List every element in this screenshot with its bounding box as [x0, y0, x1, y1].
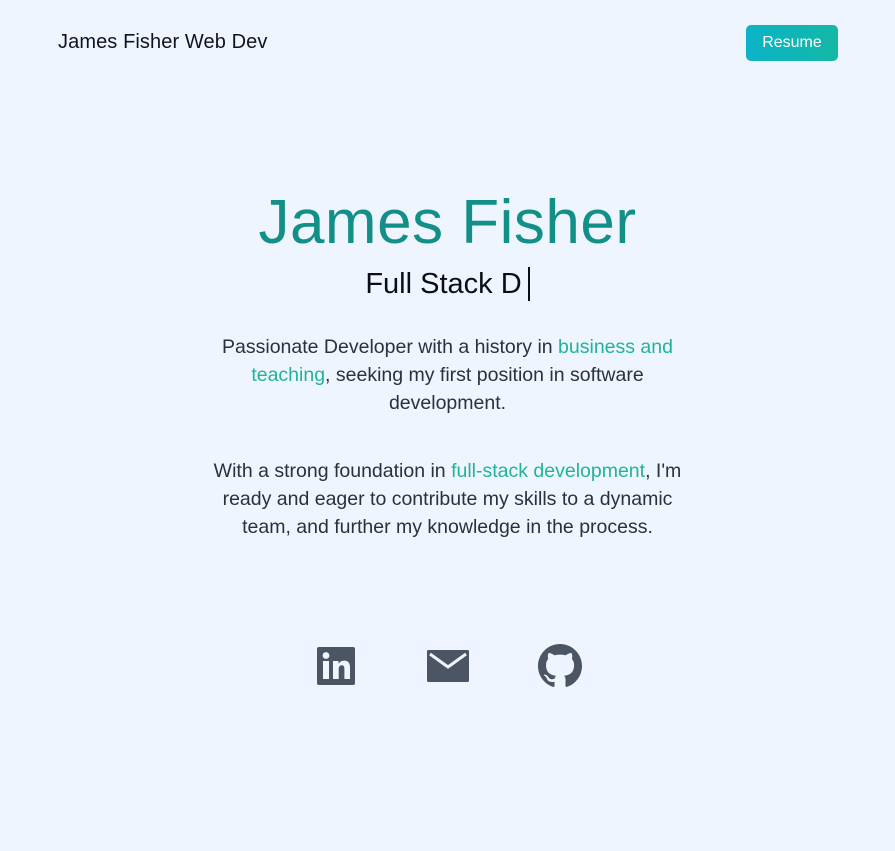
github-link[interactable] — [537, 643, 583, 689]
linkedin-link[interactable] — [315, 643, 357, 689]
typed-role-text: Full Stack D — [365, 268, 522, 300]
intro-paragraph-1: Passionate Developer with a history in b… — [197, 333, 698, 417]
linkedin-icon — [317, 647, 355, 685]
intro-paragraph-2: With a strong foundation in full-stack d… — [197, 457, 698, 541]
page: James Fisher Web Dev Resume James Fisher… — [0, 0, 895, 851]
intro-1-text-before: Passionate Developer with a history in — [222, 336, 559, 358]
resume-button[interactable]: Resume — [746, 25, 838, 61]
mail-icon — [427, 650, 469, 682]
social-links — [0, 643, 895, 689]
email-link[interactable] — [425, 643, 471, 689]
navbar: James Fisher Web Dev Resume — [0, 0, 895, 86]
typing-caret — [527, 267, 530, 301]
intro-2-text-before: With a strong foundation in — [213, 460, 452, 482]
intro-1-text-after: , seeking my first position in software … — [325, 364, 644, 414]
github-icon — [538, 644, 582, 687]
hero-name: James Fisher — [258, 188, 637, 257]
brand-title[interactable]: James Fisher Web Dev — [58, 31, 267, 54]
hero-role: Full Stack D — [365, 263, 530, 305]
hero: James Fisher Full Stack D — [0, 180, 895, 305]
intro-2-highlight: full-stack development — [451, 460, 646, 482]
